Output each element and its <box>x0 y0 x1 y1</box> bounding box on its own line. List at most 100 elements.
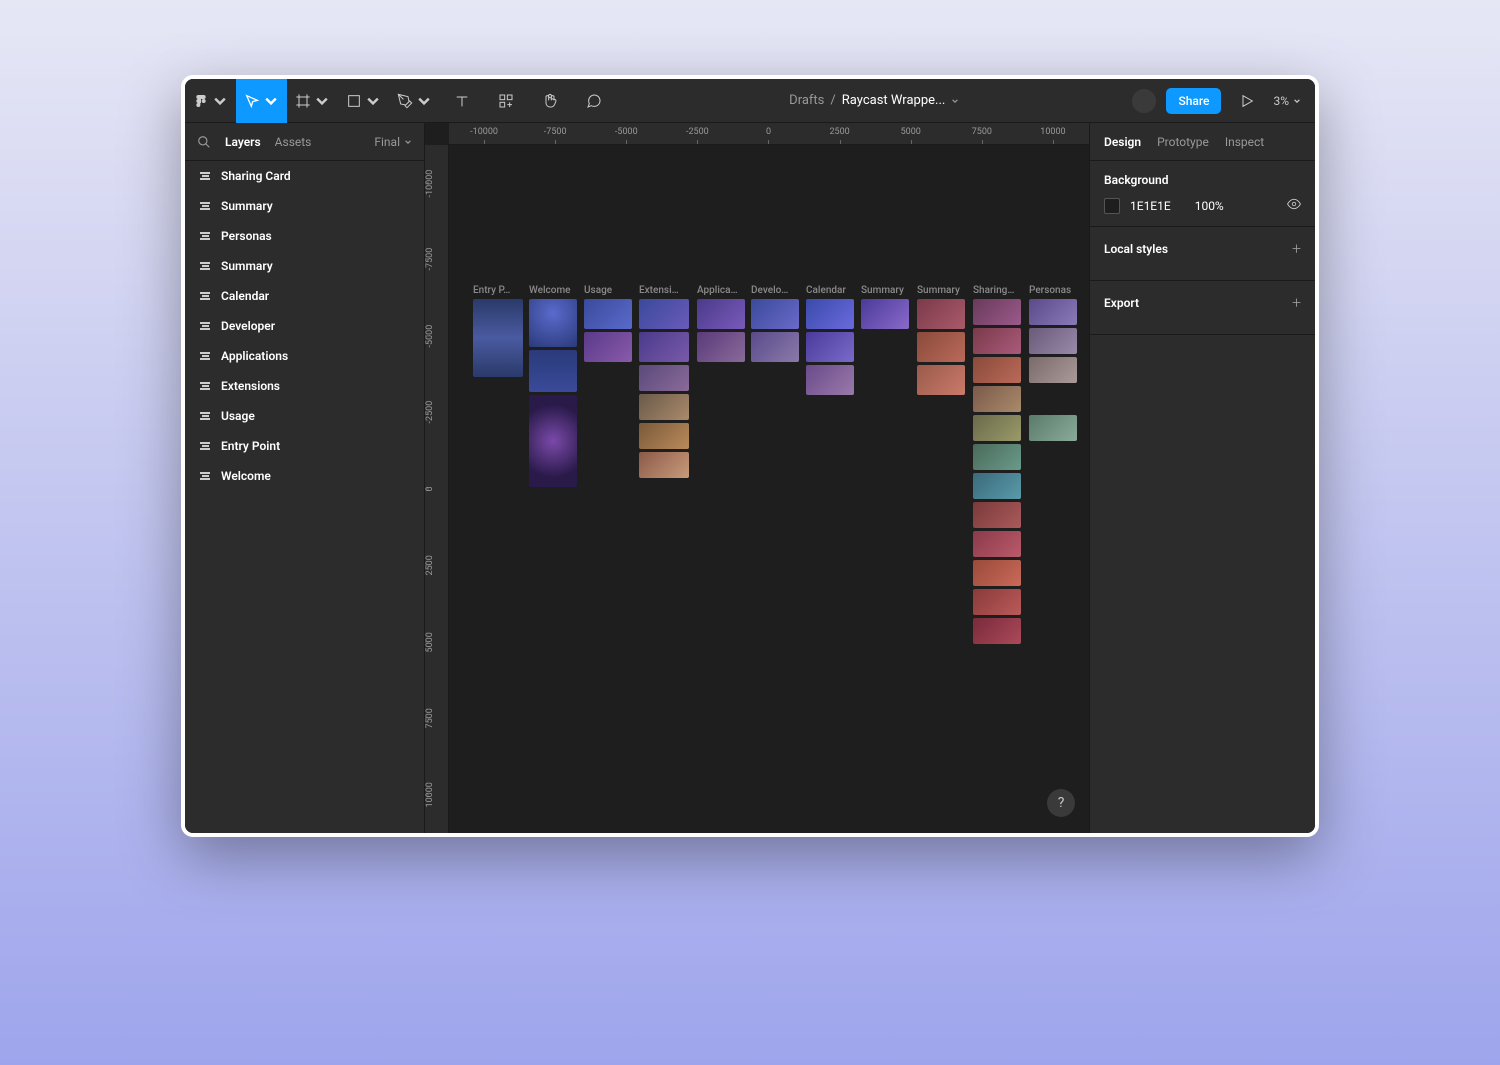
canvas-frame[interactable] <box>1029 415 1077 441</box>
text-tool-button[interactable] <box>440 79 484 123</box>
share-button[interactable]: Share <box>1166 88 1221 114</box>
canvas-frame[interactable] <box>584 299 632 329</box>
layer-item[interactable]: Calendar <box>185 281 424 311</box>
layer-item[interactable]: Summary <box>185 191 424 221</box>
move-tool-button[interactable] <box>236 79 287 123</box>
breadcrumb-file[interactable]: Raycast Wrappe... <box>842 93 946 108</box>
canvas-frame[interactable] <box>973 386 1021 412</box>
canvas-frame[interactable] <box>973 473 1021 499</box>
help-button[interactable]: ? <box>1047 789 1075 817</box>
section-label[interactable]: Personas <box>1029 285 1077 296</box>
canvas-frame[interactable] <box>973 560 1021 586</box>
canvas[interactable]: Entry P… Welcome Usage Extensi… Applica… Deve… <box>449 145 1089 833</box>
layer-item[interactable]: Welcome <box>185 461 424 491</box>
canvas-frame[interactable] <box>473 299 523 377</box>
section-label[interactable]: Calendar <box>806 285 854 296</box>
layer-item[interactable]: Summary <box>185 251 424 281</box>
canvas-frame[interactable] <box>584 332 632 362</box>
canvas-frame[interactable] <box>751 332 799 362</box>
section-label[interactable]: Usage <box>584 285 632 296</box>
tab-design[interactable]: Design <box>1104 135 1141 149</box>
pen-tool-button[interactable] <box>389 79 440 123</box>
breadcrumb-folder[interactable]: Drafts <box>789 93 824 108</box>
toggle-visibility-button[interactable] <box>1287 197 1301 214</box>
canvas-frame[interactable] <box>751 299 799 329</box>
canvas-frame[interactable] <box>806 299 854 329</box>
canvas-frame[interactable] <box>639 394 689 420</box>
canvas-frame[interactable] <box>917 365 965 395</box>
canvas-frame[interactable] <box>639 332 689 362</box>
resources-button[interactable] <box>484 79 528 123</box>
section-label[interactable]: Summary <box>861 285 909 296</box>
canvas-frame[interactable] <box>639 365 689 391</box>
section-label[interactable]: Entry P… <box>473 285 523 296</box>
canvas-section[interactable]: Calendar <box>806 285 854 395</box>
breadcrumb[interactable]: Drafts / Raycast Wrappe... <box>616 93 1132 108</box>
layer-item[interactable]: Personas <box>185 221 424 251</box>
avatar[interactable] <box>1132 89 1156 113</box>
canvas-frame[interactable] <box>973 444 1021 470</box>
canvas-frame[interactable] <box>639 299 689 329</box>
background-opacity[interactable]: 100% <box>1195 199 1224 213</box>
canvas-frame[interactable] <box>973 502 1021 528</box>
section-label[interactable]: Develo… <box>751 285 799 296</box>
canvas-frame[interactable] <box>973 589 1021 615</box>
canvas-frame[interactable] <box>973 328 1021 354</box>
frame-tool-button[interactable] <box>287 79 338 123</box>
main-menu-button[interactable] <box>185 79 236 123</box>
section-label[interactable]: Applica… <box>697 285 745 296</box>
canvas-frame[interactable] <box>1029 386 1077 412</box>
canvas-frame[interactable] <box>529 299 577 347</box>
canvas-frame[interactable] <box>917 332 965 362</box>
canvas-frame[interactable] <box>697 299 745 329</box>
canvas-frame[interactable] <box>639 452 689 478</box>
canvas-frame[interactable] <box>529 395 577 487</box>
canvas-section[interactable]: Entry P… <box>473 285 523 377</box>
pages-dropdown[interactable]: Final <box>374 135 412 149</box>
canvas-frame[interactable] <box>697 332 745 362</box>
canvas-frame[interactable] <box>917 299 965 329</box>
section-label[interactable]: Extensi… <box>639 285 689 296</box>
canvas-frame[interactable] <box>861 299 909 329</box>
canvas-frame[interactable] <box>806 332 854 362</box>
section-label[interactable]: Sharing… <box>973 285 1021 296</box>
canvas-section[interactable]: Summary <box>917 285 965 395</box>
layer-item[interactable]: Entry Point <box>185 431 424 461</box>
canvas-frame[interactable] <box>639 423 689 449</box>
search-layers-button[interactable] <box>197 135 211 149</box>
canvas-frame[interactable] <box>973 531 1021 557</box>
canvas-section[interactable]: Extensi… <box>639 285 689 478</box>
canvas-frame[interactable] <box>973 357 1021 383</box>
canvas-area[interactable]: -10000-7500-5000-2500025005000750010000 … <box>425 123 1089 833</box>
hand-tool-button[interactable] <box>528 79 572 123</box>
section-label[interactable]: Summary <box>917 285 965 296</box>
add-style-button[interactable]: + <box>1292 239 1301 258</box>
tab-assets[interactable]: Assets <box>275 135 312 149</box>
layer-item[interactable]: Applications <box>185 341 424 371</box>
canvas-section[interactable]: Sharing… <box>973 285 1021 644</box>
canvas-frame[interactable] <box>529 350 577 392</box>
canvas-frame[interactable] <box>1029 299 1077 325</box>
canvas-frame[interactable] <box>1029 357 1077 383</box>
canvas-section[interactable]: Personas <box>1029 285 1077 441</box>
section-label[interactable]: Welcome <box>529 285 577 296</box>
tab-inspect[interactable]: Inspect <box>1225 135 1264 149</box>
canvas-section[interactable]: Develo… <box>751 285 799 362</box>
layer-item[interactable]: Extensions <box>185 371 424 401</box>
tab-layers[interactable]: Layers <box>225 135 261 149</box>
shape-tool-button[interactable] <box>338 79 389 123</box>
zoom-dropdown[interactable]: 3% <box>1273 94 1301 108</box>
canvas-section[interactable]: Summary <box>861 285 909 329</box>
layer-item[interactable]: Sharing Card <box>185 161 424 191</box>
background-hex[interactable]: 1E1E1E <box>1130 199 1171 213</box>
tab-prototype[interactable]: Prototype <box>1157 135 1209 149</box>
layer-item[interactable]: Developer <box>185 311 424 341</box>
canvas-section[interactable]: Welcome <box>529 285 577 487</box>
background-swatch[interactable] <box>1104 198 1120 214</box>
layer-item[interactable]: Usage <box>185 401 424 431</box>
chevron-down-icon[interactable] <box>951 97 959 105</box>
add-export-button[interactable]: + <box>1292 293 1301 312</box>
canvas-frame[interactable] <box>973 415 1021 441</box>
canvas-frame[interactable] <box>1029 328 1077 354</box>
canvas-section[interactable]: Applica… <box>697 285 745 362</box>
